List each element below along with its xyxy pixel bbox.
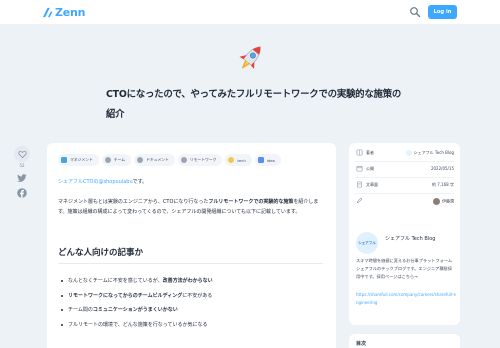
published-label: 公開: [366, 166, 374, 171]
intro-link[interactable]: シェアフルCTOの: [58, 179, 98, 185]
topic-chip[interactable]: idea: [254, 154, 281, 166]
calendar-icon: [356, 166, 363, 172]
authors-row: 伊藤潤: [355, 196, 454, 206]
topic-label: idea: [266, 157, 275, 163]
topic-label: tech: [237, 157, 246, 163]
list-item: フルリモートの環境で、どんな施策を行なっているか気になる: [61, 318, 323, 333]
publication-logo-icon: [405, 150, 412, 156]
list-item: チーム間のコミュニケーションがうまくいかない: [61, 303, 323, 318]
divider: [355, 161, 454, 162]
topic-label: リモートワーク: [189, 157, 217, 162]
heart-icon: [17, 150, 27, 158]
topic-label: チーム: [113, 157, 126, 162]
published-date: 2022/05/15: [430, 166, 454, 171]
book-icon: [356, 149, 363, 156]
publication-description: スキマ時間を価値に変えるお仕事プラットフォーム シェアフルのテックブログです。エ…: [356, 258, 453, 279]
topic-icon: [104, 157, 111, 163]
zenn-logo-icon: [42, 7, 53, 17]
section-divider: [58, 263, 323, 264]
author-link[interactable]: 伊藤潤: [433, 198, 454, 205]
twitter-icon[interactable]: [17, 173, 27, 183]
topic-icon: [257, 157, 264, 163]
divider: [355, 193, 454, 194]
intro-paragraph: シェアフルCTOの@shopuulabuです。: [58, 179, 148, 185]
login-button[interactable]: Log in: [428, 5, 457, 19]
topic-icon: [137, 157, 144, 163]
publication-name[interactable]: シェアフル Tech Blog: [385, 235, 435, 242]
rocket-icon: [239, 46, 261, 69]
topic-icon: [228, 157, 235, 163]
divider: [355, 177, 454, 178]
logo-text: Zenn: [55, 5, 86, 19]
article-body: マネジメント チーム ドキュメント リモートワーク tech idea シェアフ…: [47, 143, 336, 348]
zenn-logo[interactable]: Zenn: [42, 5, 86, 19]
pencil-icon: [356, 197, 363, 204]
site-header: Zenn Log in: [0, 0, 500, 24]
topic-chip[interactable]: リモートワーク: [177, 154, 223, 166]
list-item: なんとなくチームに不安を感じているが、改善方法がわからない: [61, 274, 323, 289]
like-count: 52: [19, 163, 25, 168]
topic-icon: [61, 157, 67, 163]
article-info-card: 著者 シェアフル Tech Blog 公開 2022/05/15 文章量 約 7…: [349, 143, 460, 235]
reading-length-label: 文章量: [366, 182, 378, 187]
topic-chip[interactable]: マネジメント: [58, 154, 99, 166]
reading-length-row: 文章量 約 7,168 字: [355, 180, 454, 190]
published-row: 公開 2022/05/15: [355, 164, 454, 174]
topic-list: マネジメント チーム ドキュメント リモートワーク tech idea: [58, 154, 281, 166]
publication-card: シェアフル シェアフル Tech Blog スキマ時間を価値に変えるお仕事プラッ…: [349, 225, 460, 325]
publication-link[interactable]: シェアフル Tech Blog: [405, 150, 454, 156]
article-title: CTOになったので、やってみたフルリモートワークでの実験的な施策の紹介: [106, 89, 402, 120]
topic-chip[interactable]: tech: [225, 154, 252, 166]
document-icon: [357, 181, 362, 188]
publication-url-link[interactable]: https://sharefull.com/company/careers/sh…: [356, 291, 456, 307]
search-icon[interactable]: [409, 6, 421, 18]
table-of-contents: 目次: [349, 334, 460, 348]
publication-avatar[interactable]: シェアフル: [356, 232, 378, 254]
topic-chip[interactable]: ドキュメント: [134, 154, 175, 166]
author-handle-link[interactable]: @shopuulabu: [98, 179, 132, 185]
target-reader-list: なんとなくチームに不安を感じているが、改善方法がわからない リモートワークになっ…: [61, 274, 323, 332]
summary-paragraph: マネジメント層もとは実験のエンジニアから、CTOになり行なったフルリモートワーク…: [58, 199, 319, 215]
topic-label: マネジメント: [70, 157, 93, 162]
facebook-icon[interactable]: [17, 188, 27, 198]
topic-icon: [180, 157, 187, 163]
list-item: リモートワークになってからのチームビルディングに不安がある: [61, 289, 323, 304]
topic-chip[interactable]: チーム: [101, 154, 132, 166]
toc-title: 目次: [356, 341, 367, 347]
publication-label: 著者: [366, 150, 374, 155]
topic-label: ドキュメント: [146, 157, 169, 162]
section-heading: どんな人向けの記事か: [58, 248, 144, 258]
publication-row: 著者 シェアフル Tech Blog: [355, 148, 454, 158]
avatar: [433, 198, 440, 205]
reading-length-value: 約 7,168 字: [432, 182, 454, 187]
like-button[interactable]: [14, 146, 30, 162]
